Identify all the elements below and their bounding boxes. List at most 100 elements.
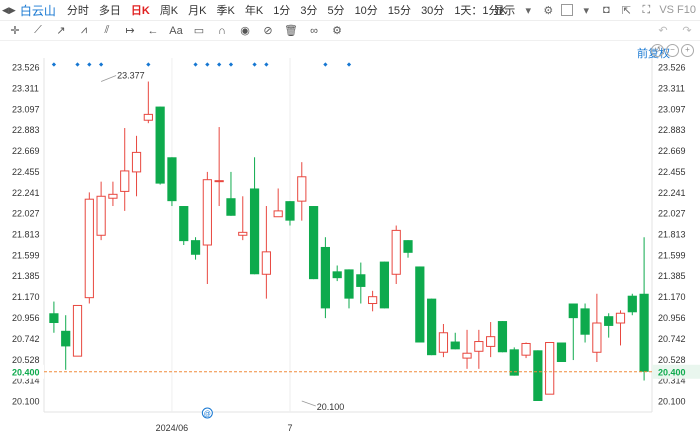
reset-icon[interactable]: ↺ <box>651 44 664 57</box>
y-tick-right-3: 22.883 <box>658 125 686 135</box>
fullscreen-icon[interactable]: ⛶ <box>639 3 653 17</box>
y-tick-left-2: 23.097 <box>12 104 40 114</box>
current-price-tag-right: 20.400 <box>658 367 686 377</box>
candle-body-27 <box>368 296 378 305</box>
announcement-icon-glyph: @ <box>204 411 211 418</box>
y-tick-left-14: 20.528 <box>12 355 40 365</box>
tab-timeframe-3[interactable]: 周K <box>155 2 183 18</box>
link-icon[interactable]: ∞ <box>307 24 321 38</box>
trash-icon[interactable]: 🗑 <box>284 24 298 38</box>
tab-timeframe-4[interactable]: 月K <box>183 2 211 18</box>
drawing-toolbar: ✛ ⟋ ↗ ⩘ ⫽ ↦ ← Aa ▭ ∩ ◉ ⊘ 🗑 ∞ ⚙ ↶ ↷ <box>0 21 700 41</box>
candle-body-19 <box>273 210 283 218</box>
event-marker-2 <box>87 62 92 67</box>
tab-timeframe-7[interactable]: 1分 <box>268 2 295 18</box>
event-marker-11 <box>323 62 328 67</box>
min-label-leader <box>301 400 316 407</box>
tab-timeframe-10[interactable]: 10分 <box>350 2 383 18</box>
event-marker-12 <box>346 62 352 67</box>
chevron-down-icon[interactable]: ▾ <box>521 3 535 17</box>
zoom-out-icon[interactable]: − <box>666 44 679 57</box>
trend-line-icon[interactable]: ⟋ <box>31 24 45 38</box>
event-marker-4 <box>146 62 151 67</box>
candle-body-8 <box>143 113 153 121</box>
y-tick-right-6: 22.241 <box>658 188 686 198</box>
candle-body-7 <box>131 151 142 173</box>
text-icon[interactable]: Aa <box>169 24 183 38</box>
candle-body-5 <box>108 193 118 199</box>
event-marker-0 <box>51 62 57 67</box>
y-tick-left-7: 22.027 <box>12 209 40 219</box>
collapse-icon[interactable]: ◀▶ <box>2 5 16 16</box>
candle-body-10 <box>167 157 177 202</box>
y-tick-right-10: 21.385 <box>658 271 686 281</box>
candle-body-44 <box>568 303 578 319</box>
stock-selector[interactable]: ◀▶ 白云山 <box>0 2 56 19</box>
f10-button[interactable]: VS F10 <box>659 4 696 16</box>
y-tick-left-10: 21.385 <box>12 271 40 281</box>
tab-timeframe-6[interactable]: 年K <box>240 2 268 18</box>
zoom-in-icon[interactable]: + <box>681 44 694 57</box>
undo-icon[interactable]: ↶ <box>656 24 670 38</box>
kline-chart[interactable]: 23.526 23.526 23.311 23.311 23.097 23.097 22.8… <box>0 0 700 437</box>
eye-icon[interactable]: ◉ <box>238 24 252 38</box>
redo-icon[interactable]: ↷ <box>680 24 694 38</box>
candle-body-42 <box>545 342 555 395</box>
candle-body-40 <box>521 342 531 356</box>
candle-body-41 <box>533 350 543 401</box>
tab-timeframe-2[interactable]: 日K <box>126 2 155 18</box>
tab-timeframe-5[interactable]: 季K <box>212 2 240 18</box>
tab-timeframe-12[interactable]: 30分 <box>416 2 449 18</box>
top-toolbar: ◀▶ 白云山 分时 多日 日K 周K 月K 季K 年K 1分 3分 5分 10分… <box>0 0 700 21</box>
gear-icon[interactable]: ⚙ <box>541 3 555 17</box>
measure-icon[interactable]: ↦ <box>123 24 137 38</box>
y-tick-right-14: 20.528 <box>658 355 686 365</box>
y-tick-right-2: 23.097 <box>658 104 686 114</box>
event-marker-10 <box>264 62 269 67</box>
max-label-leader <box>100 75 117 82</box>
chevron-down-icon[interactable]: ▾ <box>579 3 593 17</box>
y-tick-right-7: 22.027 <box>658 209 686 219</box>
y-tick-left-12: 20.956 <box>12 313 40 323</box>
stock-name[interactable]: 白云山 <box>20 2 56 19</box>
channel-icon[interactable]: ⫽ <box>100 24 114 38</box>
candle-body-33 <box>438 332 449 353</box>
y-tick-left-5: 22.455 <box>12 167 40 177</box>
camera-icon[interactable]: ◘ <box>599 3 613 17</box>
settings-icon[interactable]: ⚙ <box>330 24 344 38</box>
candle-body-3 <box>84 198 94 299</box>
candle-body-26 <box>356 274 366 287</box>
crosshair-icon[interactable]: ✛ <box>8 24 22 38</box>
display-button[interactable]: 显示 <box>493 2 515 18</box>
y-tick-left-6: 22.241 <box>12 188 40 198</box>
tab-timeframe-0[interactable]: 分时 <box>62 2 94 18</box>
share-icon[interactable]: ⇱ <box>619 3 633 17</box>
ray-line-icon[interactable]: ↗ <box>54 24 68 38</box>
candle-body-37 <box>486 336 496 347</box>
y-tick-left-0: 23.526 <box>12 63 40 73</box>
event-marker-8 <box>228 62 234 67</box>
comment-icon[interactable]: ▭ <box>192 24 206 38</box>
y-tick-left-9: 21.599 <box>12 250 40 260</box>
candle-body-6 <box>120 170 130 192</box>
event-marker-5 <box>193 62 198 67</box>
tab-timeframe-9[interactable]: 5分 <box>322 2 349 18</box>
hide-icon[interactable]: ⊘ <box>261 24 275 38</box>
current-price-tag-left: 20.400 <box>12 367 40 377</box>
candle-body-50 <box>639 293 649 372</box>
y-tick-left-11: 21.170 <box>12 292 40 302</box>
zigzag-icon[interactable]: ⩘ <box>77 24 91 38</box>
y-tick-left-4: 22.669 <box>12 146 40 156</box>
candle-body-46 <box>592 322 602 353</box>
candle-body-49 <box>627 295 637 313</box>
toggle-checkbox[interactable] <box>561 4 574 16</box>
tab-timeframe-8[interactable]: 3分 <box>295 2 322 18</box>
tab-timeframe-11[interactable]: 15分 <box>383 2 416 18</box>
arrow-icon[interactable]: ← <box>146 24 160 38</box>
magnet-icon[interactable]: ∩ <box>215 24 229 38</box>
candle-body-25 <box>344 269 354 299</box>
candle-body-23 <box>320 246 330 309</box>
candle-body-9 <box>155 106 165 184</box>
tab-timeframe-1[interactable]: 多日 <box>94 2 126 18</box>
candle-body-35 <box>462 352 472 359</box>
